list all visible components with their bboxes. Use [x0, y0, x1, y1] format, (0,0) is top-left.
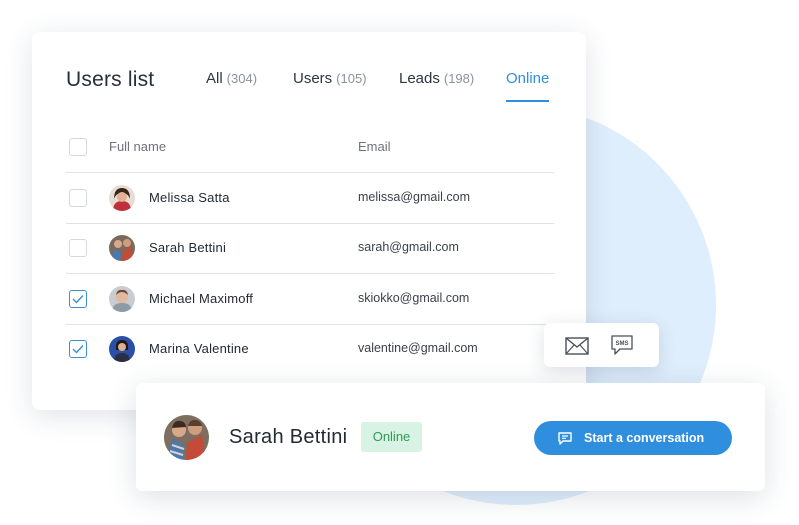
- tab-users-count: (105): [336, 71, 367, 86]
- user-email: sarah@gmail.com: [358, 240, 459, 254]
- tab-users[interactable]: Users (105): [293, 70, 367, 87]
- user-email: skiokko@gmail.com: [358, 291, 470, 305]
- stage: Users list All (304) Users (105) Leads (198…: [0, 0, 799, 525]
- contact-options-popover: SMS: [544, 323, 659, 367]
- status-badge: Online: [361, 422, 422, 452]
- users-list-card: Users list All (304) Users (105) Leads (198…: [32, 32, 586, 410]
- tab-all[interactable]: All (304): [206, 70, 257, 87]
- checkmark-icon: [72, 345, 84, 354]
- tab-all-count: (304): [226, 71, 258, 86]
- active-tab-underline: [506, 100, 550, 102]
- conversation-card: Sarah Bettini Online Start a conversatio…: [136, 383, 765, 491]
- tab-all-label: All: [206, 70, 223, 87]
- user-name: Marina Valentine: [149, 341, 249, 356]
- row-checkbox[interactable]: [69, 189, 87, 207]
- column-header-name: Full name: [109, 139, 167, 154]
- avatar: [109, 336, 135, 362]
- user-email: valentine@gmail.com: [358, 341, 478, 355]
- avatar: [164, 415, 209, 460]
- table-row[interactable]: Melissa Satta melissa@gmail.com: [32, 173, 586, 223]
- table-row[interactable]: Marina Valentine valentine@gmail.com: [32, 324, 586, 374]
- row-checkbox[interactable]: [69, 239, 87, 257]
- user-name: Melissa Satta: [149, 190, 230, 205]
- avatar: [109, 185, 135, 211]
- avatar: [109, 235, 135, 261]
- tab-leads[interactable]: Leads (198): [399, 70, 474, 87]
- user-name: Sarah Bettini: [149, 240, 227, 255]
- avatar: [109, 286, 135, 312]
- column-header-email: Email: [358, 139, 391, 154]
- contact-name: Sarah Bettini: [229, 426, 348, 448]
- checkmark-icon: [72, 295, 84, 304]
- select-all-checkbox[interactable]: [69, 138, 87, 156]
- table-row[interactable]: Michael Maximoff skiokko@gmail.com: [32, 274, 586, 324]
- tab-users-label: Users: [293, 70, 333, 87]
- row-checkbox-checked[interactable]: [69, 290, 87, 308]
- row-checkbox-checked[interactable]: [69, 340, 87, 358]
- tab-online-label: Online: [506, 70, 550, 87]
- tab-leads-count: (198): [443, 71, 475, 86]
- table-row[interactable]: Sarah Bettini sarah@gmail.com: [32, 223, 586, 273]
- user-name: Michael Maximoff: [149, 291, 254, 306]
- tab-leads-label: Leads: [399, 70, 440, 87]
- start-conversation-button[interactable]: Start a conversation: [534, 421, 732, 455]
- user-email: melissa@gmail.com: [358, 190, 471, 204]
- sms-icon[interactable]: SMS: [610, 334, 634, 361]
- sms-icon-label: SMS: [615, 341, 628, 347]
- chat-icon: [558, 432, 572, 448]
- card-title: Users list: [66, 68, 155, 91]
- start-conversation-label: Start a conversation: [584, 431, 705, 445]
- tab-online[interactable]: Online: [506, 70, 550, 102]
- mail-icon[interactable]: [565, 337, 589, 360]
